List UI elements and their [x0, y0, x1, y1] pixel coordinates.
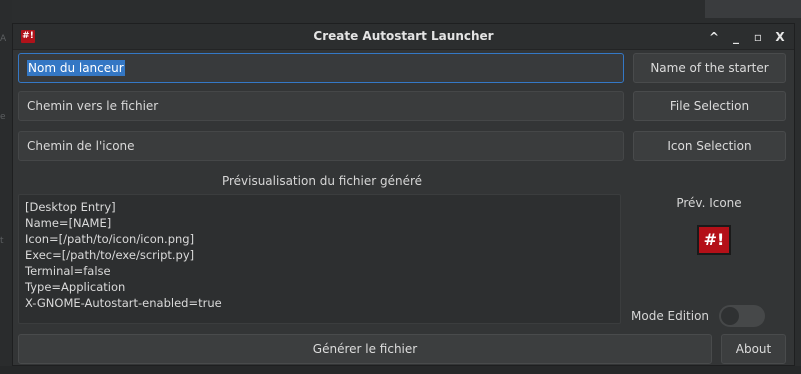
file-selection-button[interactable]: File Selection [633, 91, 786, 121]
desktop-bottom-edge [0, 366, 801, 374]
desktop-background [0, 0, 12, 374]
mode-edition-label: Mode Edition [631, 309, 710, 323]
toggle-knob [721, 307, 739, 325]
generated-file-preview[interactable]: [Desktop Entry] Name=[NAME] Icon=[/path/… [18, 194, 621, 324]
restore-button[interactable]: ▫ [752, 30, 764, 44]
icon-path-field[interactable]: Chemin de l'icone [18, 131, 624, 161]
title-bar[interactable]: #! Create Autostart Launcher ^ _ ▫ X [13, 24, 794, 50]
mode-edition-toggle[interactable] [719, 305, 765, 327]
desktop-panel [705, 0, 801, 18]
window-controls: ^ _ ▫ X [708, 24, 786, 49]
launcher-name-value: Nom du lanceur [27, 60, 125, 76]
about-button[interactable]: About [721, 334, 786, 364]
maximize-button[interactable]: ^ [708, 30, 720, 44]
icon-preview-image: #! [697, 225, 731, 255]
launcher-name-field[interactable]: Nom du lanceur [18, 53, 624, 83]
app-window: #! Create Autostart Launcher ^ _ ▫ X Nom… [12, 23, 795, 366]
window-title: Create Autostart Launcher [313, 29, 494, 43]
minimize-button[interactable]: _ [730, 30, 742, 44]
close-button[interactable]: X [774, 30, 786, 44]
generate-file-button[interactable]: Générer le fichier [18, 334, 712, 364]
desktop-text-fragment: A [0, 34, 7, 44]
desktop-text-fragment: t [0, 236, 4, 246]
name-of-starter-button[interactable]: Name of the starter [633, 53, 786, 83]
desktop-text-fragment: e [0, 112, 6, 122]
icon-preview-label: Prév. Icone [676, 196, 742, 210]
file-path-field[interactable]: Chemin vers le fichier [18, 91, 624, 121]
icon-selection-button[interactable]: Icon Selection [633, 131, 786, 161]
preview-label: Prévisualisation du fichier généré [221, 174, 423, 188]
